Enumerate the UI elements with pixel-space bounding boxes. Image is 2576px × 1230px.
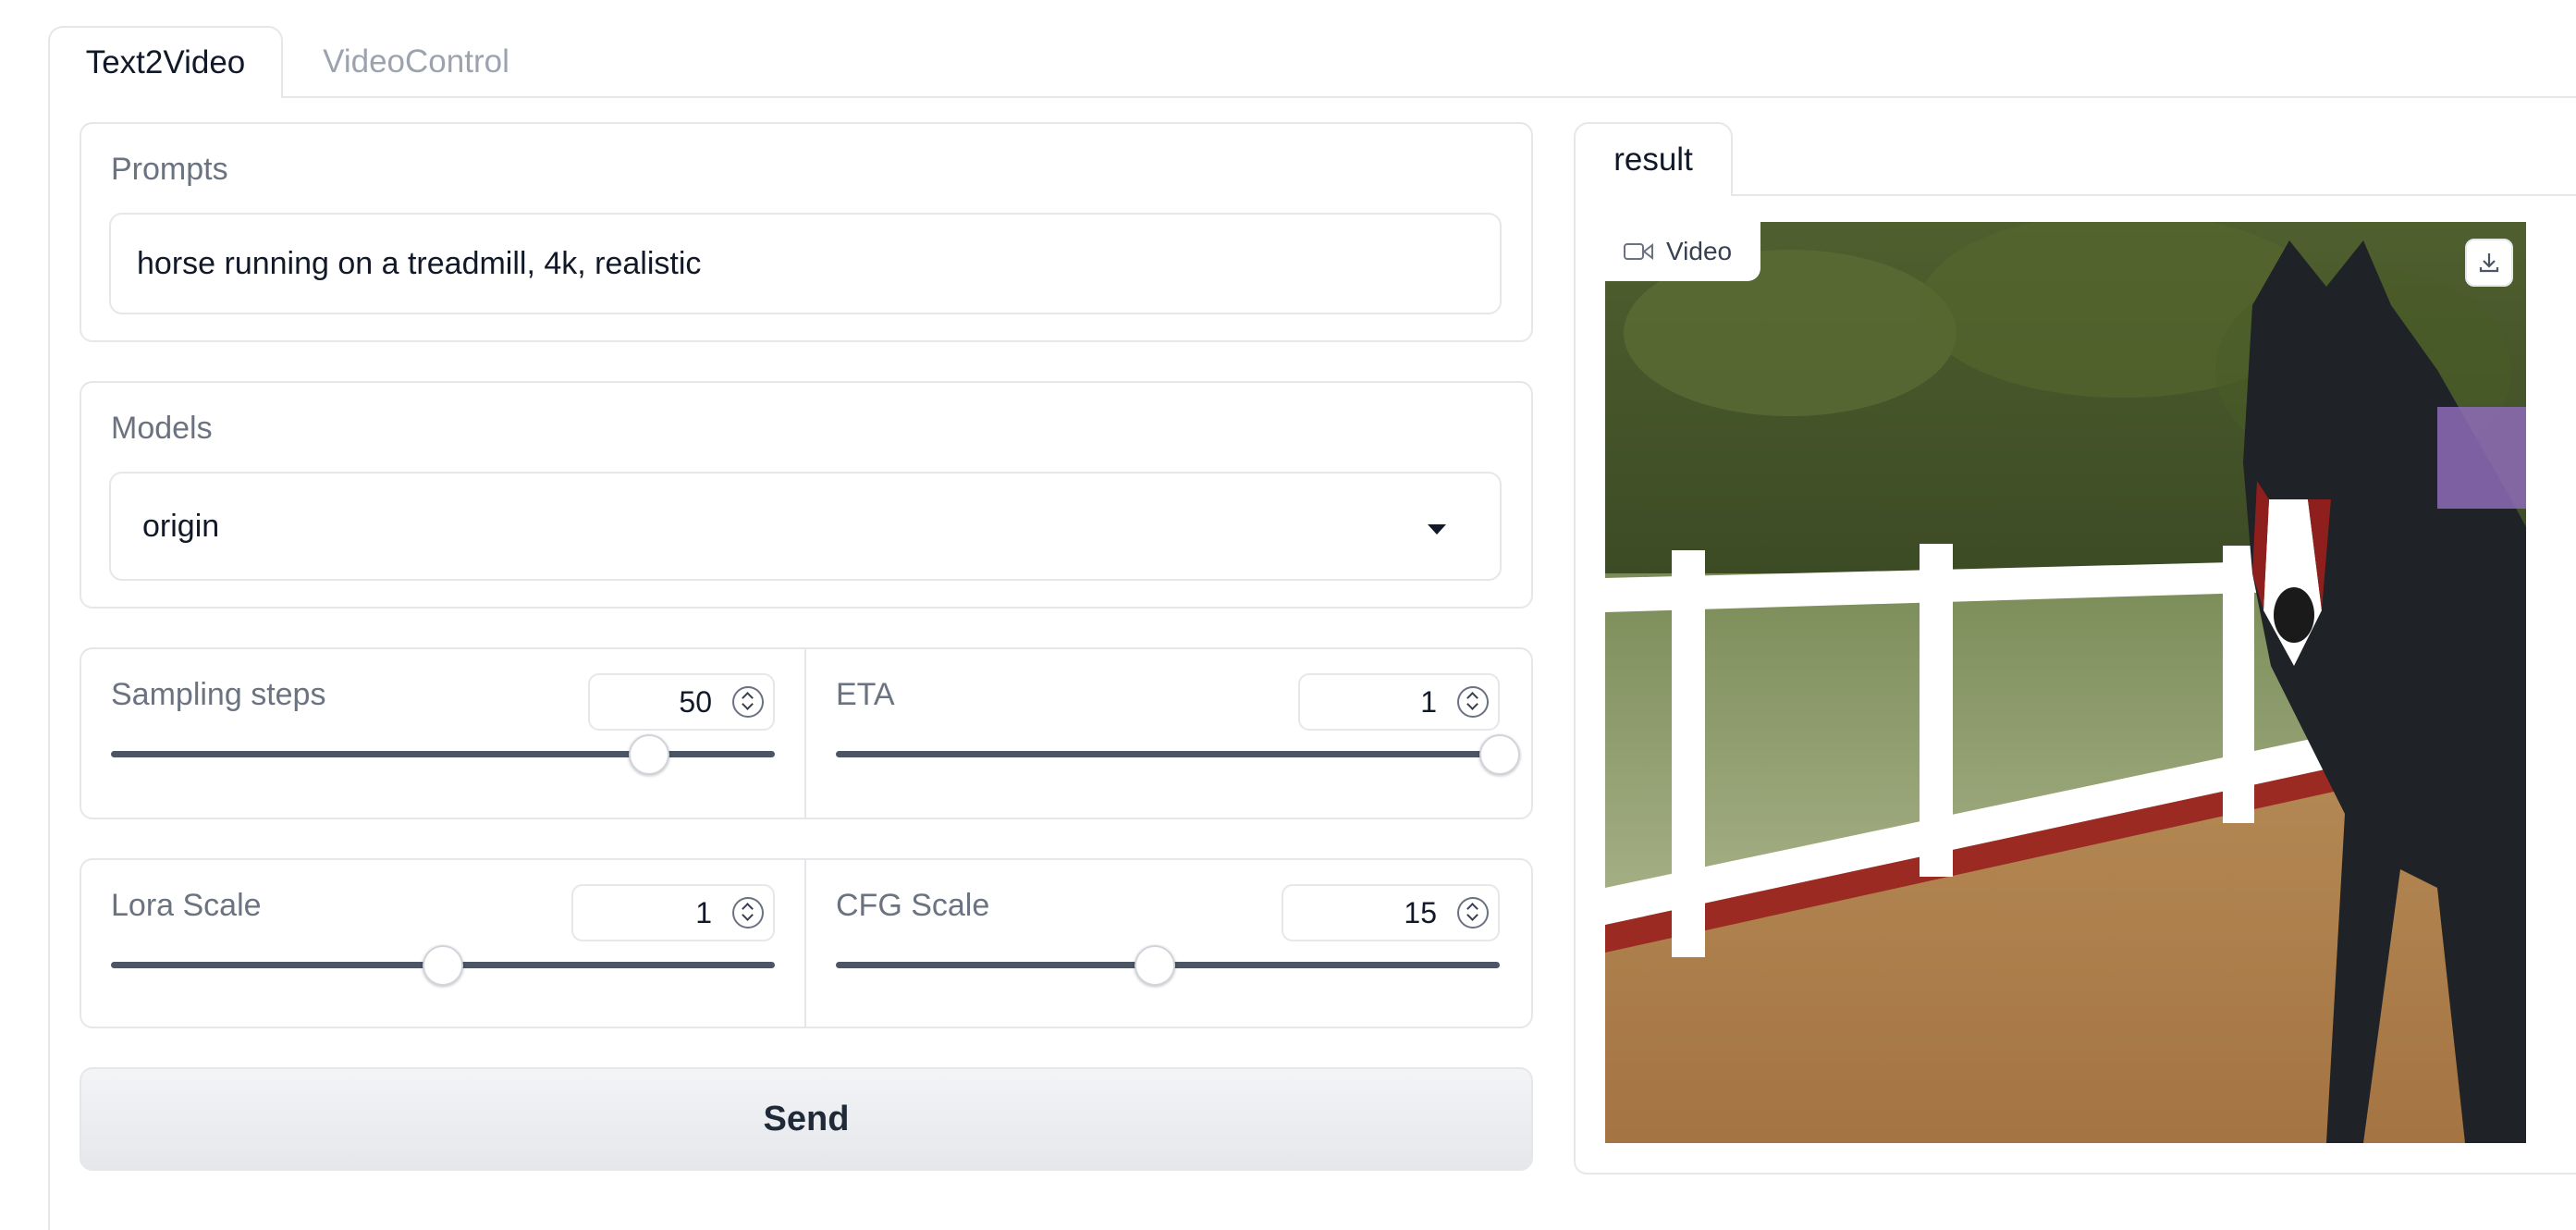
slider-row-divider — [804, 649, 806, 818]
prompts-label: Prompts — [111, 152, 228, 187]
lora-scale-value: 1 — [695, 895, 712, 929]
eta-number-input[interactable]: 1 — [1298, 673, 1500, 731]
eta-label: ETA — [836, 677, 895, 712]
sampling-steps-value: 50 — [679, 684, 712, 719]
models-selected-value: origin — [142, 508, 220, 544]
models-dropdown[interactable]: origin — [109, 472, 1502, 581]
chevron-down-icon[interactable] — [1428, 524, 1446, 535]
slider-row-divider — [804, 860, 806, 1027]
lora-scale-label: Lora Scale — [111, 888, 262, 923]
spinner-arrows-icon[interactable] — [1457, 686, 1489, 718]
video-label-badge: Video — [1605, 222, 1760, 281]
send-button[interactable]: Send — [80, 1067, 1533, 1171]
download-button[interactable] — [2465, 239, 2513, 287]
video-frame — [1605, 222, 2526, 1143]
cfg-scale-value: 15 — [1404, 895, 1437, 929]
tab-videocontrol[interactable]: VideoControl — [287, 26, 546, 98]
lora-scale-slider-handle[interactable] — [423, 945, 463, 986]
spinner-arrows-icon[interactable] — [732, 897, 764, 929]
eta-slider-handle[interactable] — [1479, 734, 1520, 775]
sampling-steps-slider-track[interactable] — [111, 751, 775, 757]
lora-scale-number-input[interactable]: 1 — [571, 884, 775, 941]
sampling-steps-slider-handle[interactable] — [628, 734, 669, 775]
sampling-steps-number-input[interactable]: 50 — [588, 673, 775, 731]
spinner-arrows-icon[interactable] — [1457, 897, 1489, 929]
sampling-steps-label: Sampling steps — [111, 677, 326, 712]
cfg-scale-number-input[interactable]: 15 — [1282, 884, 1500, 941]
eta-value: 1 — [1420, 684, 1437, 719]
models-label: Models — [111, 411, 213, 446]
spinner-arrows-icon[interactable] — [732, 686, 764, 718]
cfg-scale-slider-handle[interactable] — [1134, 945, 1175, 986]
video-camera-icon — [1624, 242, 1653, 261]
cfg-scale-label: CFG Scale — [836, 888, 990, 923]
eta-slider-track[interactable] — [836, 751, 1500, 757]
tab-text2video[interactable]: Text2Video — [48, 26, 283, 98]
download-icon — [2479, 253, 2499, 273]
video-badge-text: Video — [1666, 237, 1733, 265]
tab-result[interactable]: result — [1574, 122, 1733, 196]
prompt-input[interactable]: horse running on a treadmill, 4k, realis… — [109, 213, 1502, 314]
video-player[interactable] — [1605, 222, 2526, 1143]
